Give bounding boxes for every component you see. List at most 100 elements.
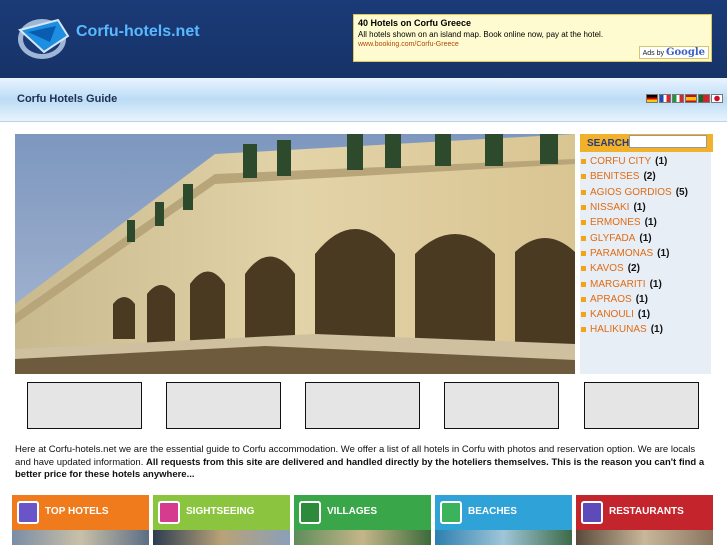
- category-villages[interactable]: VILLAGES: [294, 495, 431, 545]
- location-item-halikunas[interactable]: HALIKUNAS (1): [580, 322, 688, 337]
- corfu-arcade-image: [15, 134, 575, 374]
- sponsored-ad[interactable]: 40 Hotels on Corfu Greece All hotels sho…: [353, 14, 712, 62]
- french-flag-icon[interactable]: [659, 94, 671, 103]
- search-bar: SEARCH: [580, 134, 713, 152]
- location-count: (1): [644, 217, 657, 229]
- category-beaches[interactable]: BEACHES: [435, 495, 572, 545]
- location-item-apraos[interactable]: APRAOS (1): [580, 292, 688, 307]
- ads-by-google-badge[interactable]: Ads by Google: [638, 46, 709, 59]
- location-item-paramonas[interactable]: PARAMONAS (1): [580, 246, 688, 261]
- category-image[interactable]: [294, 530, 431, 545]
- google-brand: Google: [665, 47, 705, 58]
- location-item-kanouli[interactable]: KANOULI (1): [580, 307, 688, 322]
- location-sidebar: SEARCH CORFU CITY (1) BENITSES (2) AGIOS G…: [578, 134, 713, 374]
- intro-paragraph: Here at Corfu-hotels.net we are the esse…: [15, 444, 711, 482]
- location-count: (1): [635, 293, 648, 305]
- bullet-icon: [581, 296, 586, 302]
- location-count: (1): [639, 232, 652, 244]
- category-header[interactable]: BEACHES: [435, 495, 572, 530]
- bullet-icon: [581, 220, 586, 226]
- location-name[interactable]: ERMONES: [590, 217, 641, 228]
- bullet-icon: [581, 327, 586, 333]
- beach-icon: [440, 501, 462, 524]
- category-label[interactable]: SIGHTSEEING: [186, 506, 254, 517]
- spanish-flag-icon[interactable]: [685, 94, 697, 103]
- site-logo-text[interactable]: Corfu-hotels.net: [76, 23, 200, 41]
- location-name[interactable]: KAVOS: [590, 263, 624, 274]
- location-name[interactable]: APRAOS: [590, 294, 632, 305]
- location-name[interactable]: AGIOS GORDIOS: [590, 187, 672, 198]
- location-item-benitses[interactable]: BENITSES (2): [580, 169, 688, 184]
- thumbnail-placeholder[interactable]: [305, 382, 420, 429]
- corfu-logo-icon[interactable]: [14, 12, 72, 62]
- hero-photo: [15, 134, 575, 374]
- location-count: (1): [657, 247, 670, 259]
- location-count: (2): [627, 263, 640, 275]
- language-flags: [646, 94, 723, 103]
- location-item-margariti[interactable]: MARGARITI (1): [580, 276, 688, 291]
- category-image[interactable]: [153, 530, 290, 545]
- category-sightseeing[interactable]: SIGHTSEEING: [153, 495, 290, 545]
- japanese-flag-icon[interactable]: [711, 94, 723, 103]
- bullet-icon: [581, 205, 586, 211]
- category-header[interactable]: SIGHTSEEING: [153, 495, 290, 530]
- portuguese-flag-icon[interactable]: [698, 94, 710, 103]
- bullet-icon: [581, 312, 586, 318]
- location-item-glyfada[interactable]: GLYFADA (1): [580, 230, 688, 245]
- hotel-icon: [17, 501, 39, 524]
- bullet-icon: [581, 250, 586, 256]
- location-name[interactable]: MARGARITI: [590, 279, 646, 290]
- location-list: CORFU CITY (1) BENITSES (2) AGIOS GORDIOS(…: [580, 154, 688, 338]
- location-name[interactable]: GLYFADA: [590, 233, 635, 244]
- category-bar: TOP HOTELS SIGHTSEEING VILLAGES BEACHES …: [12, 495, 715, 545]
- bullet-icon: [581, 266, 586, 272]
- bullet-icon: [581, 235, 586, 241]
- bullet-icon: [581, 174, 586, 180]
- category-image[interactable]: [576, 530, 713, 545]
- bullet-icon: [581, 189, 586, 195]
- location-name[interactable]: KANOULI: [590, 309, 634, 320]
- category-header[interactable]: RESTAURANTS: [576, 495, 713, 530]
- location-item-corfu-city[interactable]: CORFU CITY (1): [580, 154, 688, 169]
- ads-by-label: Ads by: [642, 50, 664, 57]
- location-count: (1): [650, 324, 663, 336]
- thumbnail-row: [27, 382, 707, 429]
- camera-icon: [158, 501, 180, 524]
- category-top-hotels[interactable]: TOP HOTELS: [12, 495, 149, 545]
- location-name[interactable]: PARAMONAS: [590, 248, 653, 259]
- bullet-icon: [581, 159, 586, 165]
- location-name[interactable]: NISSAKI: [590, 202, 629, 213]
- location-count: (5): [675, 186, 688, 198]
- location-count: (1): [649, 278, 662, 290]
- location-item-agios-gordios[interactable]: AGIOS GORDIOS (5): [580, 185, 688, 200]
- site-header: Corfu-hotels.net 40 Hotels on Corfu Gree…: [0, 0, 727, 78]
- category-image[interactable]: [435, 530, 572, 545]
- category-label[interactable]: BEACHES: [468, 506, 517, 517]
- category-image[interactable]: [12, 530, 149, 545]
- category-label[interactable]: RESTAURANTS: [609, 506, 684, 517]
- ad-title[interactable]: 40 Hotels on Corfu Greece: [358, 18, 707, 28]
- location-item-nissaki[interactable]: NISSAKI (1): [580, 200, 688, 215]
- thumbnail-placeholder[interactable]: [166, 382, 281, 429]
- location-name[interactable]: BENITSES: [590, 171, 639, 182]
- thumbnail-placeholder[interactable]: [444, 382, 559, 429]
- location-name[interactable]: CORFU CITY: [590, 156, 651, 167]
- category-header[interactable]: TOP HOTELS: [12, 495, 149, 530]
- thumbnail-placeholder[interactable]: [584, 382, 699, 429]
- category-header[interactable]: VILLAGES: [294, 495, 431, 530]
- search-input[interactable]: [629, 135, 707, 148]
- location-count: (1): [637, 309, 651, 321]
- location-item-ermones[interactable]: ERMONES (1): [580, 215, 688, 230]
- category-label[interactable]: TOP HOTELS: [45, 506, 109, 517]
- italian-flag-icon[interactable]: [672, 94, 684, 103]
- location-item-kavos[interactable]: KAVOS (2): [580, 261, 688, 276]
- location-count: (1): [655, 156, 668, 168]
- german-flag-icon[interactable]: [646, 94, 658, 103]
- village-icon: [299, 501, 321, 524]
- category-label[interactable]: VILLAGES: [327, 506, 377, 517]
- search-label: SEARCH: [587, 138, 630, 149]
- bullet-icon: [581, 281, 586, 287]
- thumbnail-placeholder[interactable]: [27, 382, 142, 429]
- category-restaurants[interactable]: RESTAURANTS: [576, 495, 713, 545]
- location-name[interactable]: HALIKUNAS: [590, 324, 647, 335]
